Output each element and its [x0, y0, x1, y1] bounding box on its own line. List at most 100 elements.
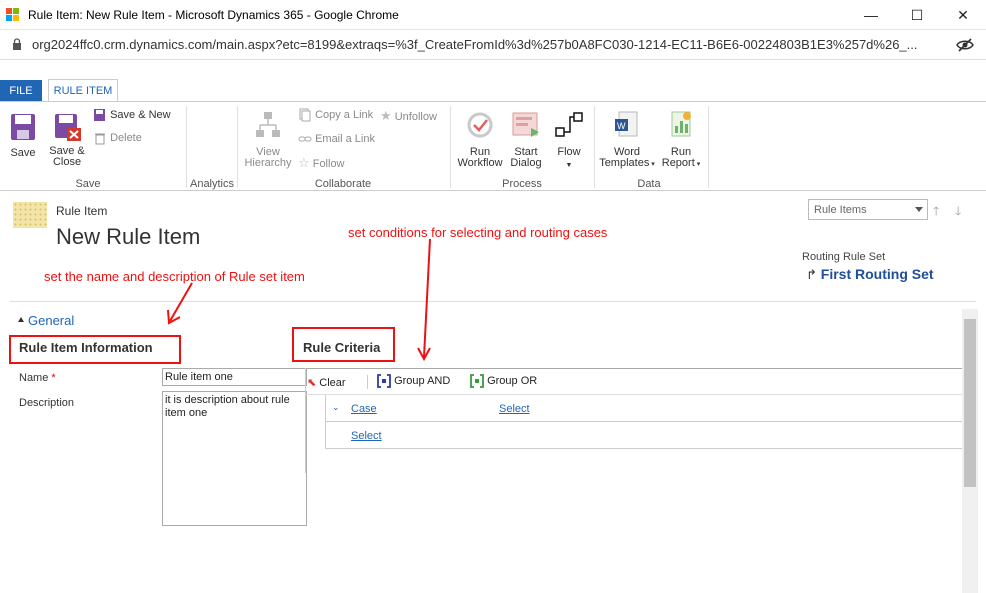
delete-label: Delete [110, 131, 142, 144]
dynamics-logo-icon [6, 8, 20, 22]
report-icon [671, 111, 691, 137]
save-label: Save [10, 147, 36, 159]
save-new-icon [94, 109, 105, 121]
toolbar-separator [367, 375, 368, 389]
form-selector-value: Rule Items [814, 204, 867, 216]
copy-link-button[interactable]: Copy a Link [298, 108, 373, 122]
run-report-label-2: Report ▾ [661, 157, 701, 169]
url-text[interactable]: org2024ffc0.crm.dynamics.com/main.aspx?e… [32, 37, 947, 52]
group-and-label: Group AND [394, 374, 451, 387]
page-title: New Rule Item [56, 224, 201, 249]
criteria-row: Select [325, 422, 962, 449]
name-input[interactable]: Rule item one [162, 368, 307, 386]
copy-link-label: Copy a Link [315, 108, 374, 121]
previous-record-icon[interactable]: 🡑 [933, 202, 939, 223]
flow-button[interactable]: Flow ▼ [550, 110, 588, 171]
group-label-data: Data [637, 178, 661, 190]
unfollow-button[interactable]: ★ Unfollow [380, 108, 437, 124]
chevron-down-icon [915, 207, 923, 212]
section-title-rule-criteria: Rule Criteria [303, 340, 381, 355]
group-and-button[interactable]: Group AND [377, 374, 450, 388]
maximize-button[interactable]: ☐ [894, 0, 940, 30]
group-or-label: Group OR [487, 374, 538, 387]
save-close-label-2: Close [52, 156, 82, 168]
collapse-triangle-icon[interactable] [18, 317, 24, 322]
criteria-entity-link[interactable]: Case [351, 403, 377, 415]
flow-label: Flow [557, 146, 581, 158]
clear-button[interactable]: ⬉ Clear [307, 376, 346, 389]
tab-file[interactable]: FILE [0, 80, 42, 102]
group-label-process: Process [502, 178, 542, 190]
run-workflow-button[interactable]: Run Workflow [455, 110, 505, 169]
save-close-button[interactable]: Save & Close [46, 112, 88, 168]
view-hierarchy-button[interactable]: View Hierarchy [242, 110, 294, 169]
required-indicator: * [51, 372, 56, 384]
entity-type-label: Rule Item [56, 204, 108, 218]
follow-button[interactable]: ☆ Follow [298, 155, 345, 171]
run-report-button[interactable]: Run Report ▾ [658, 110, 704, 170]
start-dialog-label-2: Dialog [510, 157, 542, 169]
save-button[interactable]: Save [6, 112, 40, 159]
save-new-button[interactable]: Save & New [93, 108, 171, 122]
minimize-button[interactable]: — [848, 0, 894, 30]
tab-rule-item[interactable]: RULE ITEM [48, 79, 118, 102]
criteria-row: ⌄ Case Select [325, 395, 962, 422]
link-icon [298, 136, 312, 142]
group-label-save: Save [75, 178, 101, 190]
svg-text:W: W [617, 121, 626, 131]
form-divider [10, 301, 976, 302]
trash-icon [95, 133, 105, 145]
flow-icon [555, 112, 583, 137]
parent-record-link[interactable]: ↱ First Routing Set [806, 266, 934, 283]
star-icon: ★ [380, 108, 392, 123]
description-label: Description [19, 397, 75, 409]
word-templates-button[interactable]: W Word Templates ▾ [598, 110, 656, 170]
star-outline-icon: ☆ [298, 155, 310, 170]
group-or-icon [470, 374, 484, 388]
parent-record-name: First Routing Set [820, 266, 934, 282]
ribbon-separator [237, 106, 238, 188]
start-dialog-icon [512, 112, 539, 137]
follow-label: Follow [312, 158, 345, 170]
browser-title-bar: Rule Item: New Rule Item - Microsoft Dyn… [0, 0, 986, 30]
address-bar[interactable]: org2024ffc0.crm.dynamics.com/main.aspx?e… [0, 30, 986, 60]
annotation-name-description: set the name and description of Rule set… [44, 269, 305, 284]
criteria-field-select[interactable]: Select [499, 403, 530, 415]
dropdown-arrow-icon: ▼ [565, 162, 573, 169]
scrollbar-thumb[interactable] [964, 319, 976, 487]
ribbon-separator [186, 106, 187, 188]
eye-off-icon[interactable] [956, 38, 974, 52]
lock-icon [13, 38, 21, 50]
close-window-button[interactable]: ✕ [940, 0, 986, 30]
group-label-analytics: Analytics [189, 178, 235, 190]
criteria-toolbar: ⬉ Clear Group AND Group OR [305, 368, 962, 395]
tab-general[interactable]: General [28, 313, 74, 328]
criteria-add-select[interactable]: Select [351, 430, 382, 442]
group-label-collaborate: Collaborate [314, 178, 372, 190]
next-record-icon[interactable]: 🡓 [955, 202, 961, 223]
window-title: Rule Item: New Rule Item - Microsoft Dyn… [28, 8, 399, 22]
save-close-icon [55, 114, 81, 141]
word-document-icon: W [615, 111, 638, 137]
view-hierarchy-label-2: Hierarchy [244, 157, 292, 169]
criteria-left-border [305, 368, 306, 473]
delete-button[interactable]: Delete [93, 131, 142, 145]
description-textarea[interactable]: it is description about rule item one [162, 391, 307, 526]
parent-record-label: Routing Rule Set [802, 251, 886, 263]
rule-item-entity-icon [13, 202, 47, 228]
record-form: Rule Item New Rule Item Rule Items 🡑 🡓 R… [0, 191, 986, 593]
name-label: Name * [19, 372, 56, 384]
ribbon-separator [450, 106, 451, 188]
vertical-scrollbar[interactable] [962, 309, 978, 593]
start-dialog-button[interactable]: Start Dialog [505, 110, 547, 169]
form-selector-dropdown[interactable]: Rule Items [808, 199, 928, 220]
rule-criteria-panel: ⬉ Clear Group AND Group OR ⌄ Case Select… [305, 368, 962, 473]
copy-icon [299, 108, 311, 122]
parent-arrow-icon: ↱ [806, 267, 817, 282]
ribbon-toolbar: Save Save & Close Save & New Delete Save… [0, 101, 986, 191]
clear-icon: ⬉ [307, 377, 317, 389]
group-or-button[interactable]: Group OR [470, 374, 537, 388]
email-link-button[interactable]: Email a Link [298, 132, 375, 146]
chevron-down-icon[interactable]: ⌄ [332, 402, 340, 413]
ribbon-separator [594, 106, 595, 188]
